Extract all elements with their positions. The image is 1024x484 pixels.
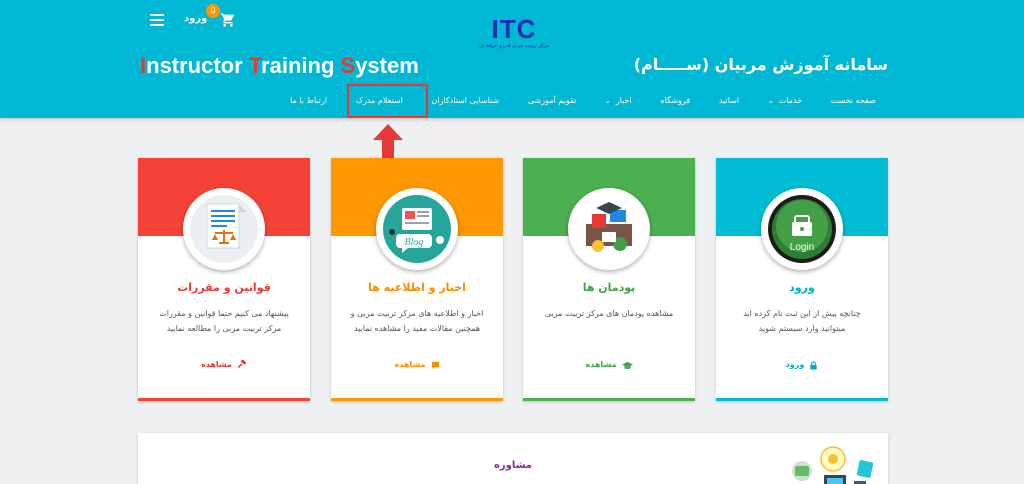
nav-item-contact[interactable]: ارتباط با ما [290, 88, 327, 114]
card-rules-title: قوانین و مقررات [177, 281, 271, 294]
graduation-cap-icon [621, 361, 633, 369]
card-login-title: ورود [789, 281, 815, 294]
chevron-down-icon: ⌄ [604, 97, 611, 105]
nav-item-news[interactable]: اخبار ⌄ [605, 88, 632, 114]
site-header: ورود 0 ITC مرکز تربیت مربی فنی و حرفه ای… [0, 0, 1024, 118]
svg-text:Blog: Blog [405, 237, 424, 248]
svg-text:Login: Login [790, 242, 814, 253]
nav-item-home[interactable]: صفحه نخست [831, 88, 876, 114]
comment-icon [431, 361, 439, 369]
arrow-up-annotation-icon [373, 124, 403, 158]
card-news-link[interactable]: مشاهده [339, 358, 495, 372]
highlight-annotation-box [347, 84, 428, 118]
card-bottom-bar [523, 398, 695, 401]
card-rules-description: پیشنهاد می کنیم حتما قوانین و مقررات مرک… [159, 309, 289, 333]
card-rules-link[interactable]: مشاهده [146, 358, 302, 372]
card-modules-title: پودمان ها [582, 281, 636, 294]
itc-logo[interactable]: ITC مرکز تربیت مربی فنی و حرفه ای [478, 16, 550, 58]
card-bottom-bar [716, 398, 888, 401]
consultation-illustration-icon [792, 446, 874, 484]
card-login-link[interactable]: ورود [724, 358, 880, 372]
card-news-title: اخبار و اطلاعیه ها [368, 281, 466, 294]
card-bottom-bar [331, 398, 503, 401]
nav-item-shop[interactable]: فروشگاه [660, 88, 690, 114]
logo-subtitle: مرکز تربیت مربی فنی و حرفه ای [479, 43, 549, 49]
card-modules-description: مشاهده پودمان های مرکز تربیت مربی [544, 309, 674, 318]
nav-item-teachers[interactable]: اساتید [719, 88, 739, 114]
card-news-description: اخبار و اطلاعیه های مرکز تربیت مربی و هم… [350, 309, 484, 333]
site-title-persian: سامانه آموزش مربیان (ســـــام) [633, 55, 888, 74]
card-login-description: چنانچه پیش از این ثبت نام کرده اید میتوا… [743, 309, 861, 333]
hamburger-menu-icon[interactable] [150, 14, 164, 26]
blog-illustration-icon: Blog [383, 195, 451, 263]
education-illustration-icon [586, 202, 632, 252]
document-scales-icon [190, 195, 258, 263]
nav-item-calendar[interactable]: تقویم آموزشی [528, 88, 576, 114]
card-bottom-bar [138, 398, 310, 401]
card-login-image[interactable]: Login [761, 188, 843, 270]
card-news-image[interactable]: Blog [376, 188, 458, 270]
shopping-cart-icon[interactable] [220, 12, 236, 28]
lock-icon [810, 360, 817, 370]
cart-count-badge: 0 [206, 4, 220, 18]
card-modules: پودمان ها مشاهده پودمان های مرکز تربیت م… [523, 158, 695, 401]
header-login-link[interactable]: ورود [184, 12, 207, 26]
nav-item-masters[interactable]: شناسایی استادکاران [431, 88, 499, 114]
card-login: Login ورود چنانچه پیش از این ثبت نام کرد… [716, 158, 888, 401]
card-rules: قوانین و مقررات پیشنهاد می کنیم حتما قوا… [138, 158, 310, 401]
chevron-down-icon: ⌄ [767, 97, 774, 105]
login-lock-icon: Login [768, 195, 836, 263]
card-modules-link[interactable]: مشاهده [531, 358, 687, 372]
consultation-section: مشاوره [138, 433, 888, 484]
consultation-title: مشاوره [494, 460, 532, 471]
site-title-english: Instructor Training System [140, 53, 419, 78]
gavel-icon [237, 360, 247, 369]
card-news: Blog اخبار و اطلاعیه ها اخبار و اطلاعیه … [331, 158, 503, 401]
card-modules-image[interactable] [568, 188, 650, 270]
card-rules-image[interactable] [183, 188, 265, 270]
nav-item-services[interactable]: خدمات ⌄ [768, 88, 802, 114]
logo-mark: ITC [491, 14, 537, 44]
